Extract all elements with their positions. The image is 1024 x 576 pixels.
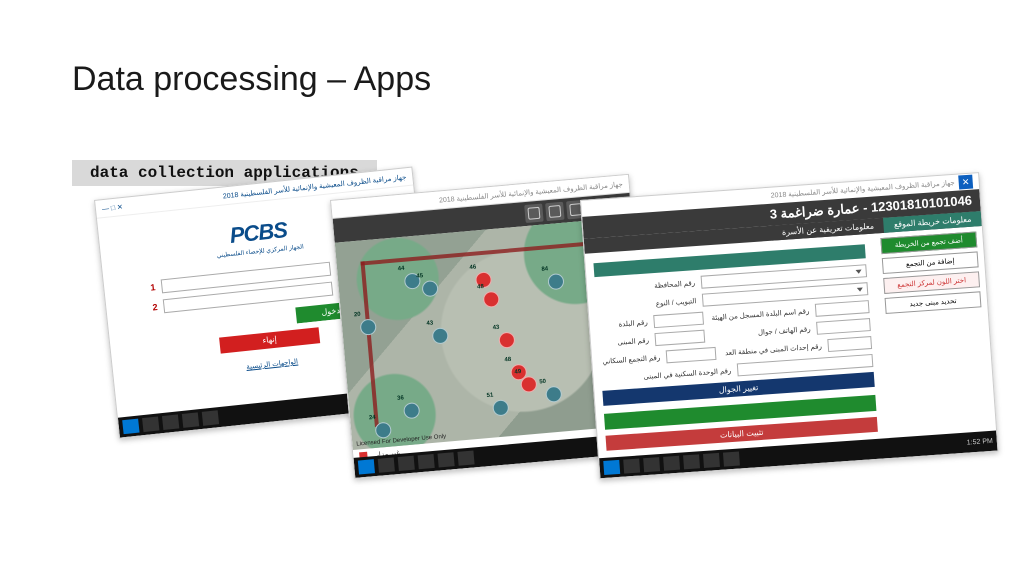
building-label: رقم المبنى [599, 336, 649, 347]
marker-number: 44 [398, 266, 405, 273]
field2-number: 2 [152, 302, 158, 312]
marker-number: 36 [397, 396, 404, 403]
slide-title: Data processing – Apps [72, 60, 431, 99]
marker-number: 20 [354, 312, 361, 319]
taskbar-app-icon[interactable] [142, 416, 159, 432]
map-marker[interactable]: 51 [492, 399, 509, 416]
new-building-button[interactable]: تحديد مبنى جديد [885, 291, 982, 314]
phone-input[interactable] [816, 318, 871, 335]
taskbar-clock: 1:52 PM [967, 437, 994, 446]
form-right-panel: أضف تجمع من الخريطة إضافة من التجمع اختر… [880, 231, 981, 318]
map-marker[interactable]: 84 [547, 273, 564, 290]
marker-number: 50 [539, 379, 546, 386]
taskbar-app-icon[interactable] [398, 456, 415, 471]
taskbar-app-icon[interactable] [457, 450, 474, 465]
phone-label: رقم الهاتف / جوال [711, 325, 811, 340]
start-icon[interactable] [358, 459, 375, 474]
close-icon[interactable]: ✕ [958, 175, 973, 190]
city-num-input[interactable] [653, 312, 704, 328]
start-icon[interactable] [122, 419, 139, 435]
add-from-cluster-button[interactable]: إضافة من التجمع [882, 251, 979, 274]
map-tool-icon[interactable] [545, 202, 565, 222]
marker-number: 49 [514, 369, 521, 376]
exit-button[interactable]: إنهاء [219, 327, 320, 353]
taskbar-app-icon[interactable] [703, 453, 720, 468]
location-input[interactable] [827, 336, 872, 352]
choose-color-button[interactable]: اختر اللون لمركز التجمع [883, 271, 980, 294]
marker-number: 24 [369, 415, 376, 422]
map-marker[interactable]: 48 [483, 291, 500, 308]
marker-number: 84 [541, 266, 548, 273]
unit-label: رقم التجمع السكاني [600, 353, 660, 365]
marker-number: 45 [416, 273, 423, 280]
city-name-input[interactable] [815, 300, 870, 317]
taskbar-app-icon[interactable] [162, 414, 179, 430]
start-icon[interactable] [603, 460, 620, 475]
taskbar-app-icon[interactable] [723, 452, 740, 467]
taskbar-app-icon[interactable] [418, 454, 435, 469]
governorate-label: رقم المحافظة [595, 279, 695, 294]
map-road [360, 261, 378, 427]
marker-number: 51 [486, 392, 493, 399]
login-window-controls: — □ ✕ [102, 203, 124, 213]
map-marker[interactable]: 20 [359, 319, 376, 336]
map-marker[interactable]: 50 [545, 386, 562, 403]
map-marker[interactable]: 49 [520, 375, 537, 392]
taskbar-app-icon[interactable] [643, 457, 660, 472]
type-label: التبويب / النوع [596, 297, 696, 312]
marker-number: 43 [426, 320, 433, 327]
city-num-label: رقم البلدة [598, 318, 648, 329]
map-marker[interactable]: 24 [374, 422, 391, 439]
taskbar-app-icon[interactable] [663, 456, 680, 471]
map-road [360, 241, 598, 266]
map-tool-icon[interactable] [524, 204, 544, 224]
dwelling-label: رقم الوحدة السكنية في المبنى [601, 366, 731, 383]
marker-number: 46 [469, 264, 476, 271]
field1-number: 1 [150, 282, 156, 292]
building-input[interactable] [654, 330, 705, 346]
marker-number: 48 [504, 357, 511, 364]
taskbar-app-icon[interactable] [182, 412, 199, 428]
location-label: رقم إحداث المبنى في منطقة العد [722, 342, 822, 357]
taskbar-app-icon[interactable] [623, 459, 640, 474]
screenshot-form-app: جهاز مراقبة الظروف المعيشية والإنمائية ل… [580, 172, 999, 479]
map-marker[interactable]: 45 [422, 280, 439, 297]
map-marker[interactable]: 36 [403, 402, 420, 419]
unit-input[interactable] [666, 347, 717, 363]
taskbar-app-icon[interactable] [438, 452, 455, 467]
map-marker[interactable]: 43 [498, 331, 515, 348]
marker-number: 48 [477, 284, 484, 291]
city-name-label: رقم اسم البلدة المسجل من الهيئة [709, 307, 809, 322]
taskbar-app-icon[interactable] [202, 410, 219, 426]
taskbar-app-icon[interactable] [683, 454, 700, 469]
map-marker[interactable]: 43 [432, 327, 449, 344]
marker-number: 43 [492, 325, 499, 332]
add-from-map-button[interactable]: أضف تجمع من الخريطة [880, 231, 977, 254]
taskbar-app-icon[interactable] [378, 457, 395, 472]
